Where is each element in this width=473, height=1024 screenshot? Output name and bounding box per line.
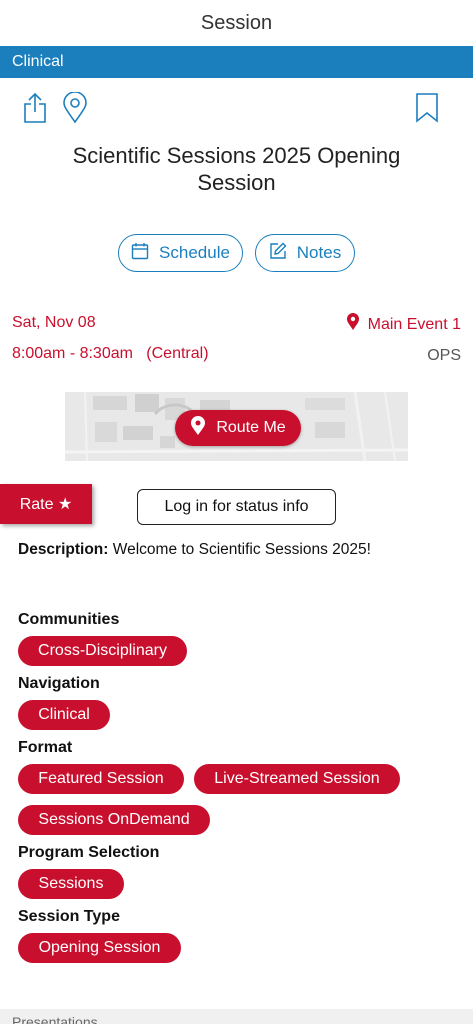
description-text: Welcome to Scientific Sessions 2025! [108,541,371,558]
rate-label: Rate ★ [19,496,73,513]
route-me-button[interactable]: Route Me [175,410,301,446]
page-title: Session [200,11,273,34]
presentations-section[interactable]: Presentations [0,1009,473,1024]
schedule-label: Schedule [159,243,230,262]
session-type-label: Session Type [18,908,120,925]
category-bar: Clinical [0,46,473,78]
location-pin-icon [190,415,206,441]
edit-icon [269,242,287,265]
share-icon[interactable] [22,92,48,129]
tag-sessions-ondemand[interactable]: Sessions OnDemand [18,805,210,835]
rate-button[interactable]: Rate ★ [0,484,92,524]
format-label: Format [18,739,73,756]
tag-live-streamed-session[interactable]: Live-Streamed Session [194,764,400,794]
tag-cross-disciplinary[interactable]: Cross-Disciplinary [18,636,187,666]
location-pin-icon [346,313,360,336]
location-pin-icon[interactable] [62,91,88,129]
tag-clinical[interactable]: Clinical [18,700,110,730]
communities-label: Communities [18,611,120,628]
schedule-button[interactable]: Schedule [118,234,243,272]
category-label: Clinical [12,53,64,70]
calendar-icon [131,242,149,265]
session-description: Description: Welcome to Scientific Sessi… [18,540,458,560]
bookmark-icon[interactable] [414,92,440,129]
tag-opening-session[interactable]: Opening Session [18,933,181,963]
page-header: Session [0,0,473,46]
login-status-label: Log in for status info [164,498,309,515]
program-selection-label: Program Selection [18,844,160,861]
session-date: Sat, Nov 08 [12,314,96,331]
presentations-label: Presentations [12,1014,98,1024]
session-location-link[interactable]: Main Event 1 [346,313,461,336]
room-code: OPS [427,347,461,364]
route-me-label: Route Me [216,419,286,436]
tag-sessions[interactable]: Sessions [18,869,124,899]
login-status-button[interactable]: Log in for status info [137,489,336,525]
notes-button[interactable]: Notes [255,234,355,272]
session-title: Scientific Sessions 2025 Opening Session [72,143,401,195]
description-label: Description: [18,541,109,558]
session-location: Main Event 1 [367,315,461,333]
navigation-label: Navigation [18,675,100,692]
notes-label: Notes [296,243,342,262]
tag-featured-session[interactable]: Featured Session [18,764,184,794]
session-time: 8:00am - 8:30am (Central) [12,345,209,362]
